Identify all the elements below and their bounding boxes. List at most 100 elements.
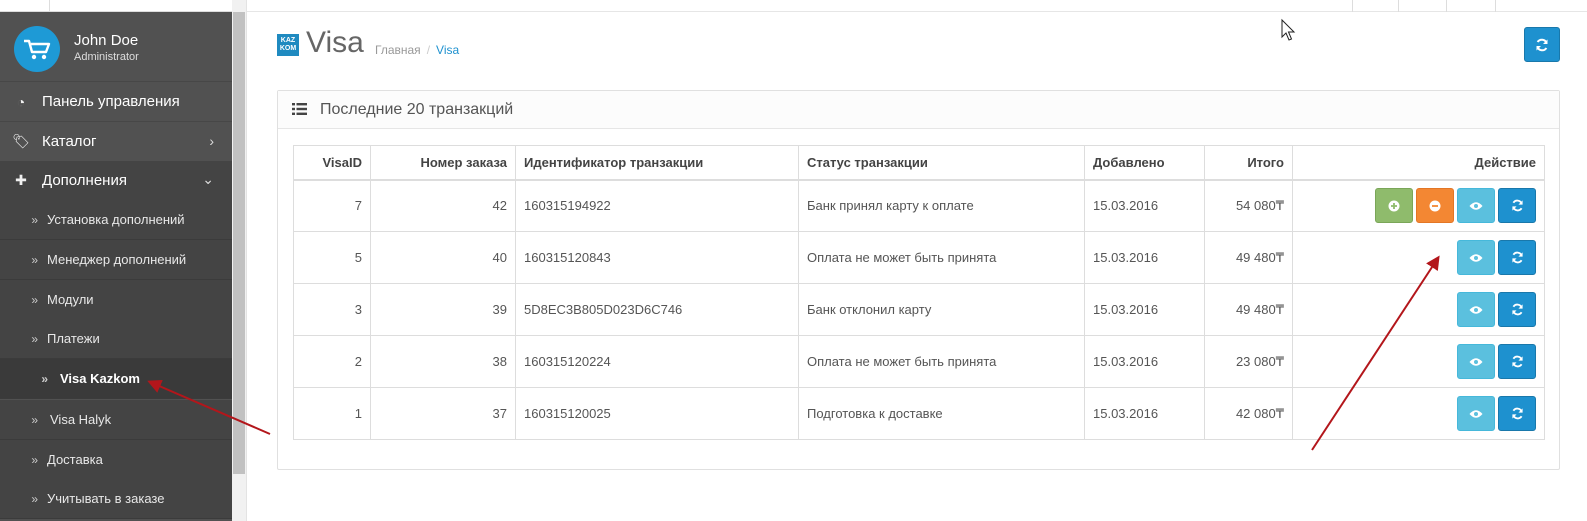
double-chevron-icon: »: [41, 371, 48, 386]
column-header-order[interactable]: Номер заказа: [370, 145, 516, 180]
cell-status: Банк отклонил карту: [798, 283, 1085, 336]
double-chevron-icon: »: [31, 412, 38, 427]
refresh-button[interactable]: [1498, 188, 1536, 224]
refresh-icon: [1511, 355, 1523, 368]
sidebar-subitem-order-totals[interactable]: » Учитывать в заказе: [0, 479, 232, 519]
cell-date: 15.03.2016: [1084, 283, 1205, 336]
double-chevron-icon: »: [31, 331, 38, 346]
cell-total: 42 080₸: [1204, 387, 1293, 440]
cell-total: 54 080₸: [1204, 179, 1293, 232]
cell-date: 15.03.2016: [1084, 387, 1205, 440]
sidebar-subitem-label: Учитывать в заказе: [47, 491, 165, 506]
cell-total: 23 080₸: [1204, 335, 1293, 388]
cell-date: 15.03.2016: [1084, 231, 1205, 284]
sidebar-subitem-visa-halyk[interactable]: » Visa Halyk: [0, 400, 232, 440]
capture-button[interactable]: [1375, 188, 1413, 224]
cell-transaction-id: 160315194922: [515, 179, 799, 232]
sidebar-subitem-manager[interactable]: » Менеджер дополнений: [0, 240, 232, 280]
header-separator: [1446, 0, 1447, 12]
sidebar-subitem-label: Установка дополнений: [47, 212, 185, 227]
cell-transaction-id: 5D8EC3B805D023D6C746: [515, 283, 799, 336]
cell-actions: [1292, 387, 1545, 440]
puzzle-icon: ✚: [15, 172, 27, 188]
table-row: 5 40 160315120843 Оплата не может быть п…: [293, 231, 1545, 284]
column-header-total[interactable]: Итого: [1204, 145, 1293, 180]
sidebar-subitem-modules[interactable]: » Модули: [0, 280, 232, 320]
cell-visaid: 3: [293, 283, 371, 336]
sidebar-item-label: Панель управления: [42, 93, 180, 110]
refresh-button[interactable]: [1498, 396, 1536, 431]
column-header-date-added[interactable]: Добавлено: [1084, 145, 1205, 180]
view-button[interactable]: [1457, 188, 1495, 224]
shopping-cart-icon: [24, 39, 51, 60]
sidebar-subitem-install[interactable]: » Установка дополнений: [0, 200, 232, 240]
view-button[interactable]: [1457, 292, 1495, 327]
cell-status: Подготовка к доставке: [798, 387, 1085, 440]
refresh-button[interactable]: [1498, 240, 1536, 275]
sidebar-item-label: Дополнения: [42, 172, 127, 189]
cell-transaction-id: 160315120025: [515, 387, 799, 440]
header-separator: [1352, 0, 1353, 12]
user-profile[interactable]: John Doe Administrator: [0, 12, 232, 82]
cell-order: 38: [370, 335, 516, 388]
top-header: [247, 0, 1587, 12]
double-chevron-icon: »: [31, 491, 38, 506]
sidebar-subitem-label: Модули: [47, 292, 94, 307]
sidebar-subitem-payments[interactable]: » Платежи: [0, 319, 232, 359]
header-separator: [1495, 0, 1496, 12]
eye-icon: [1469, 357, 1483, 366]
cell-order: 37: [370, 387, 516, 440]
double-chevron-icon: »: [31, 212, 38, 227]
refresh-button[interactable]: [1498, 344, 1536, 379]
refresh-icon: [1511, 199, 1523, 212]
sidebar-item-dashboard[interactable]: ◔ Панель управления: [0, 82, 232, 122]
page-title: Visa: [306, 26, 364, 59]
sidebar-item-catalog[interactable]: 🏷 Каталог ›: [0, 122, 232, 162]
view-button[interactable]: [1457, 396, 1495, 431]
chevron-down-icon: ⌄: [202, 171, 214, 187]
cell-date: 15.03.2016: [1084, 335, 1205, 388]
double-chevron-icon: »: [31, 292, 38, 307]
refresh-button[interactable]: [1524, 27, 1560, 62]
sidebar-item-extensions[interactable]: ✚ Дополнения ⌄: [0, 161, 232, 201]
cell-transaction-id: 160315120843: [515, 231, 799, 284]
kazkom-logo: KAZ KOM: [277, 34, 299, 56]
sidebar-subitem-visa-kazkom[interactable]: » Visa Kazkom: [0, 359, 232, 399]
tags-icon: 🏷: [12, 133, 30, 149]
cell-visaid: 1: [293, 387, 371, 440]
cell-visaid: 7: [293, 179, 371, 232]
sidebar-top-strip: [0, 0, 232, 12]
eye-icon: [1469, 202, 1483, 210]
refresh-icon: [1536, 38, 1548, 51]
sidebar-subitem-label: Платежи: [47, 331, 100, 346]
sidebar-scrollbar-thumb[interactable]: [233, 12, 245, 474]
chevron-right-icon: ›: [209, 133, 214, 149]
dashboard-icon: ◔: [16, 93, 26, 110]
view-button[interactable]: [1457, 344, 1495, 379]
breadcrumb: Главная / Visa: [375, 43, 459, 57]
table-row: 1 37 160315120025 Подготовка к доставке …: [293, 387, 1545, 440]
breadcrumb-home[interactable]: Главная: [375, 43, 421, 57]
void-button[interactable]: [1416, 188, 1454, 224]
list-icon: [292, 103, 307, 115]
cell-actions: [1292, 179, 1545, 232]
cell-total: 49 480₸: [1204, 283, 1293, 336]
refresh-icon: [1511, 407, 1523, 420]
refresh-button[interactable]: [1498, 292, 1536, 327]
panel-heading: Последние 20 транзакций: [278, 91, 1559, 129]
cell-status: Банк принял карту к оплате: [798, 179, 1085, 232]
sidebar-subitem-shipping[interactable]: » Доставка: [0, 440, 232, 480]
breadcrumb-current[interactable]: Visa: [436, 43, 459, 57]
breadcrumb-separator: /: [426, 43, 431, 57]
column-header-visaid[interactable]: VisaID: [293, 145, 371, 180]
minus-circle-icon: [1429, 200, 1441, 212]
cell-visaid: 2: [293, 335, 371, 388]
view-button[interactable]: [1457, 240, 1495, 275]
table-header-row: VisaID Номер заказа Идентификатор транза…: [293, 145, 1545, 180]
column-header-transaction-id[interactable]: Идентификатор транзакции: [515, 145, 799, 180]
column-header-status[interactable]: Статус транзакции: [798, 145, 1085, 180]
cell-actions: [1292, 283, 1545, 336]
eye-icon: [1469, 409, 1483, 418]
eye-icon: [1469, 305, 1483, 314]
mouse-cursor-icon: [1281, 18, 1296, 41]
